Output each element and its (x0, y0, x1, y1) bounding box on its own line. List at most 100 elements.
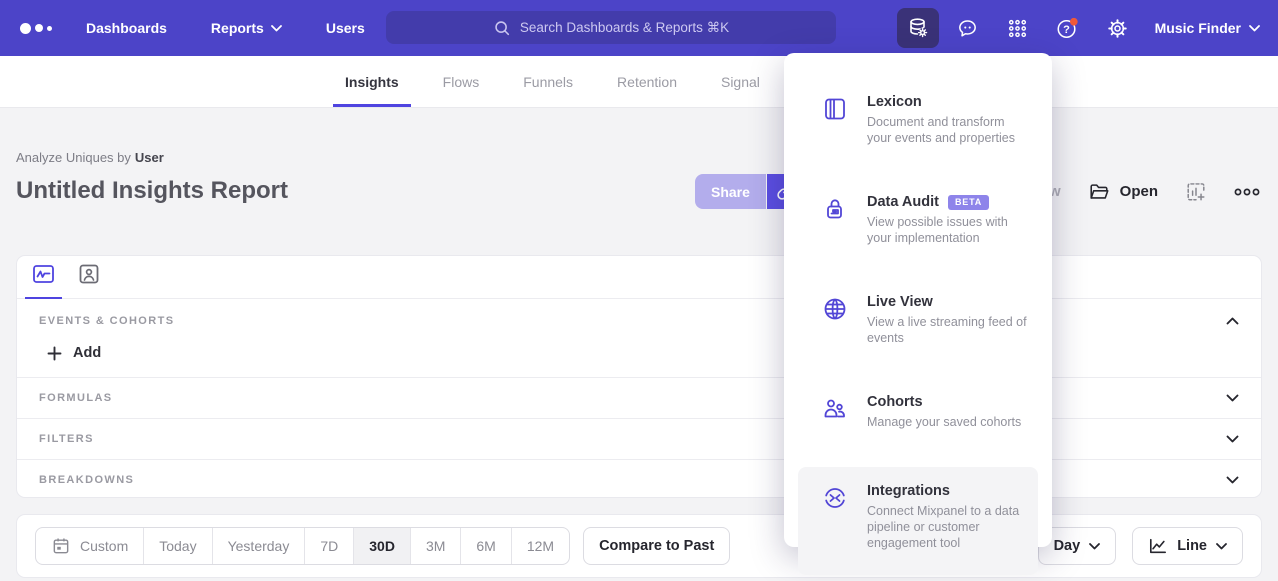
tab-label: Retention (617, 74, 677, 90)
date-option-label: Yesterday (228, 538, 290, 554)
menu-item-cohorts[interactable]: Cohorts Manage your saved cohorts (798, 383, 1038, 441)
integrations-sync-icon (822, 485, 848, 511)
tab-flows[interactable]: Flows (443, 56, 480, 107)
users-view-tab[interactable] (76, 263, 102, 298)
nav-reports[interactable]: Reports (211, 20, 282, 36)
tab-label: Flows (443, 74, 480, 90)
lexicon-book-icon (822, 96, 848, 122)
mixpanel-logo-icon[interactable] (20, 23, 52, 34)
cohorts-people-icon (822, 396, 848, 422)
date-option-label: 30D (369, 538, 395, 554)
date-option-3m[interactable]: 3M (411, 528, 461, 564)
subtitle-value[interactable]: User (135, 150, 164, 165)
report-subtitle: Analyze Uniques by User (16, 150, 164, 165)
tab-signal[interactable]: Signal (721, 56, 760, 107)
date-option-label: 12M (527, 538, 554, 554)
add-to-dashboard-button[interactable] (1185, 181, 1207, 203)
line-chart-tab-icon (31, 263, 56, 285)
menu-item-data-audit[interactable]: Data Audit BETA View possible issues wit… (798, 183, 1038, 257)
menu-item-description: View a live streaming feed of events (867, 314, 1028, 346)
chevron-down-icon (1216, 543, 1227, 550)
tab-insights[interactable]: Insights (345, 56, 399, 107)
project-name: Music Finder (1155, 20, 1241, 36)
date-option-label: 6M (476, 538, 495, 554)
compare-to-past-button[interactable]: Compare to Past (583, 527, 730, 565)
menu-item-title: Lexicon (867, 94, 922, 110)
tab-retention[interactable]: Retention (617, 56, 677, 107)
open-report-button[interactable]: Open (1088, 181, 1158, 203)
date-option-12m[interactable]: 12M (512, 528, 569, 564)
feedback-button[interactable] (947, 8, 989, 48)
nav-dashboards-label: Dashboards (86, 20, 167, 36)
interval-label: Day (1054, 538, 1081, 554)
line-chart-icon (1148, 537, 1168, 555)
tab-label: Funnels (523, 74, 573, 90)
chevron-down-icon[interactable] (1226, 435, 1239, 443)
menu-item-description: Document and transform your events and p… (867, 114, 1028, 146)
tab-funnels[interactable]: Funnels (523, 56, 573, 107)
date-option-7d[interactable]: 7D (305, 528, 354, 564)
menu-item-title: Cohorts (867, 394, 923, 410)
section-events-cohorts[interactable]: EVENTS & COHORTS (17, 299, 1261, 335)
section-breakdowns[interactable]: BREAKDOWNS (17, 459, 1261, 500)
plus-icon (47, 346, 62, 361)
search-placeholder: Search Dashboards & Reports ⌘K (520, 20, 729, 36)
search-input[interactable]: Search Dashboards & Reports ⌘K (386, 11, 836, 44)
svg-text:?: ? (1063, 23, 1070, 35)
menu-item-title: Integrations (867, 483, 950, 499)
grid-icon (1006, 17, 1029, 40)
apps-grid-button[interactable] (997, 8, 1039, 48)
menu-item-live-view[interactable]: Live View View a live streaming feed of … (798, 283, 1038, 357)
settings-button[interactable] (1097, 8, 1139, 48)
date-option-label: Custom (80, 538, 128, 554)
data-tools-button[interactable] (897, 8, 939, 48)
events-view-tab[interactable] (29, 263, 58, 298)
menu-item-title: Live View (867, 294, 933, 310)
menu-item-lexicon[interactable]: Lexicon Document and transform your even… (798, 83, 1038, 157)
date-option-label: 7D (320, 538, 338, 554)
gear-icon (1106, 17, 1129, 40)
chevron-up-icon[interactable] (1226, 317, 1239, 325)
section-formulas[interactable]: FORMULAS (17, 377, 1261, 418)
more-options-button[interactable] (1234, 187, 1260, 197)
tab-label: Insights (345, 74, 399, 90)
add-label: Add (73, 345, 101, 361)
section-label: FILTERS (39, 433, 94, 445)
menu-item-integrations[interactable]: Integrations Connect Mixpanel to a data … (798, 467, 1038, 575)
date-option-custom[interactable]: Custom (36, 528, 144, 564)
ellipsis-icon (1234, 187, 1260, 197)
chevron-down-icon[interactable] (1226, 476, 1239, 484)
globe-icon (822, 296, 848, 322)
help-button[interactable]: ? (1047, 8, 1089, 48)
menu-item-description: Manage your saved cohorts (867, 414, 1028, 430)
section-label: BREAKDOWNS (39, 474, 134, 486)
date-option-30d[interactable]: 30D (354, 528, 411, 564)
add-event-button[interactable]: Add (17, 335, 123, 377)
date-option-today[interactable]: Today (144, 528, 212, 564)
chat-bubble-icon (956, 17, 979, 40)
page-title[interactable]: Untitled Insights Report (16, 177, 288, 205)
date-option-6m[interactable]: 6M (461, 528, 511, 564)
data-tools-menu: Lexicon Document and transform your even… (784, 53, 1052, 547)
compare-label: Compare to Past (599, 538, 714, 554)
date-option-yesterday[interactable]: Yesterday (213, 528, 306, 564)
date-option-label: Today (159, 538, 196, 554)
top-nav: Dashboards Reports Users Search Dashboar… (0, 0, 1278, 56)
project-switcher[interactable]: Music Finder (1155, 20, 1260, 36)
report-tabbar: Insights Flows Funnels Retention Signal … (0, 56, 1278, 108)
help-icon: ? (1055, 16, 1080, 41)
chevron-down-icon (271, 25, 282, 32)
section-label: FORMULAS (39, 392, 113, 404)
nav-users[interactable]: Users (326, 20, 365, 36)
chevron-down-icon[interactable] (1226, 394, 1239, 402)
share-button[interactable]: Share (695, 174, 766, 209)
beta-badge: BETA (948, 195, 989, 210)
chart-type-dropdown[interactable]: Line (1132, 527, 1243, 565)
date-option-label: 3M (426, 538, 445, 554)
builder-view-tabs (17, 256, 1261, 299)
menu-item-description: View possible issues with your implement… (867, 214, 1028, 246)
section-filters[interactable]: FILTERS (17, 418, 1261, 459)
nav-dashboards[interactable]: Dashboards (86, 20, 167, 36)
subtitle-prefix: Analyze Uniques by (16, 150, 131, 165)
query-builder-panel: EVENTS & COHORTS Add FORMULAS FILTERS BR… (16, 255, 1262, 498)
